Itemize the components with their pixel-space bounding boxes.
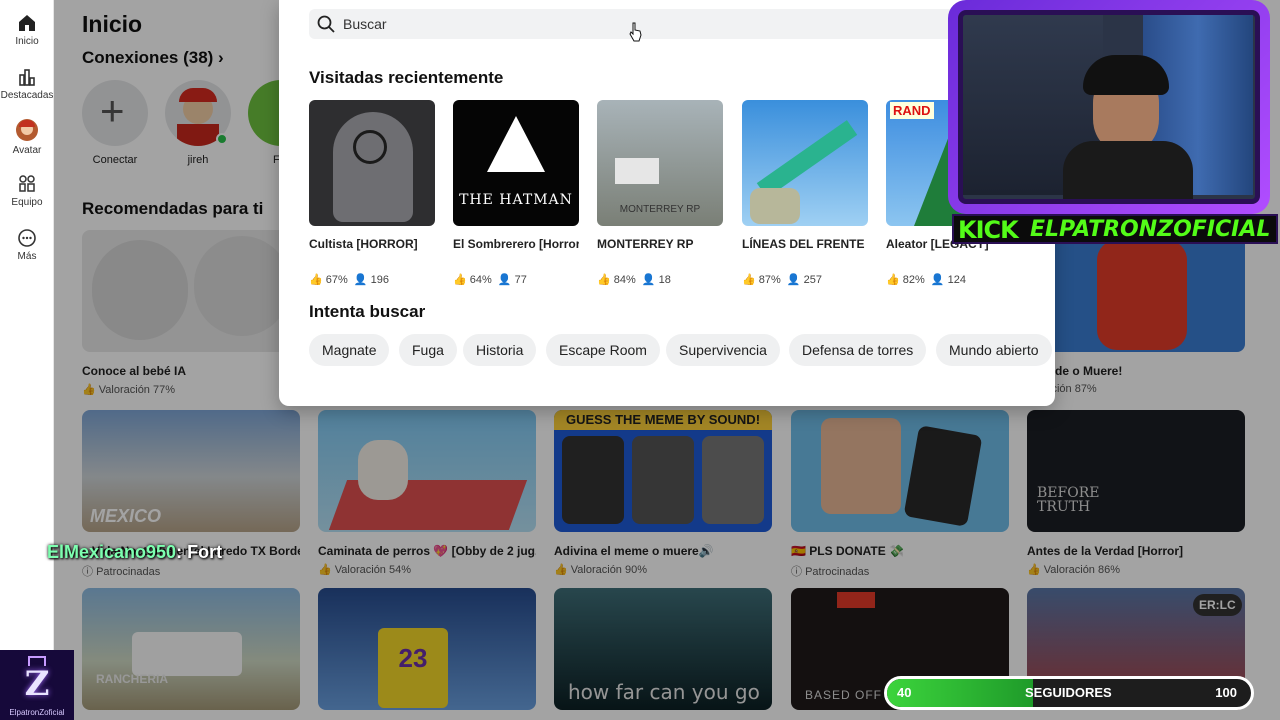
recent-game-lineas-del-frente[interactable]: LÍNEAS DEL FRENTE 👍 87% 👤 257 bbox=[742, 100, 868, 286]
game-thumbnail: MONTERREY RP bbox=[597, 100, 723, 226]
recent-game-cultista[interactable]: Cultista [HORROR] 👍 67% 👤 196 bbox=[309, 100, 435, 286]
game-title: MONTERREY RP bbox=[597, 237, 694, 251]
game-stats: 👍 67% 👤 196 bbox=[309, 274, 390, 286]
search-chip[interactable]: Escape Room bbox=[546, 334, 660, 366]
search-chip[interactable]: Supervivencia bbox=[666, 334, 780, 366]
search-chip[interactable]: Fuga bbox=[399, 334, 457, 366]
brand-letter: Z bbox=[24, 664, 50, 704]
chart-icon bbox=[19, 69, 35, 86]
chat-message: ElMexicano950: Fort bbox=[47, 542, 222, 563]
search-chip[interactable]: Historia bbox=[463, 334, 537, 366]
sidebar-item-inicio[interactable]: Inicio bbox=[0, 13, 54, 47]
chat-username: ElMexicano950 bbox=[47, 542, 177, 562]
sidebar-item-label: Inicio bbox=[15, 36, 39, 47]
follower-label: SEGUIDORES bbox=[1025, 685, 1112, 700]
game-thumbnail: THE HATMAN bbox=[453, 100, 579, 226]
game-stats: 👍 64% 👤 77 bbox=[453, 274, 527, 286]
game-title: El Sombrerero [Horror] bbox=[453, 237, 579, 251]
hand-cursor-icon bbox=[629, 22, 643, 47]
sidebar-item-avatar[interactable]: Avatar bbox=[0, 119, 54, 156]
game-thumbnail bbox=[309, 100, 435, 226]
brand-tag: ElpatronZoficial bbox=[9, 708, 65, 717]
game-title: LÍNEAS DEL FRENTE bbox=[742, 237, 865, 251]
follower-goal: 100 bbox=[1215, 685, 1237, 700]
follower-goal-bar: 40 SEGUIDORES 100 bbox=[884, 676, 1254, 710]
webcam-overlay bbox=[948, 0, 1270, 214]
search-icon bbox=[317, 15, 335, 33]
game-title: Cultista [HORROR] bbox=[309, 237, 418, 251]
search-bar[interactable] bbox=[309, 9, 1009, 39]
game-thumbnail bbox=[742, 100, 868, 226]
chat-text: : Fort bbox=[176, 542, 223, 562]
kick-logo: KICK bbox=[958, 216, 1019, 244]
follower-current: 40 bbox=[897, 685, 912, 700]
kick-banner: KICK ELPATRONZOFICIAL bbox=[952, 214, 1278, 244]
home-icon bbox=[19, 15, 35, 31]
sidebar-item-label: Equipo bbox=[11, 197, 43, 208]
search-chip[interactable]: Mundo abierto bbox=[936, 334, 1052, 366]
sidebar-item-label: Avatar bbox=[12, 145, 42, 156]
channel-name: ELPATRONZOFICIAL bbox=[1030, 217, 1271, 242]
sidebar-item-equipo[interactable]: Equipo bbox=[0, 174, 54, 208]
section-title-try-search: Intenta buscar bbox=[309, 302, 426, 321]
game-stats: 👍 84% 👤 18 bbox=[597, 274, 671, 286]
game-stats: 👍 82% 👤 124 bbox=[886, 274, 967, 286]
sidebar-item-destacadas[interactable]: Destacadas bbox=[0, 67, 54, 101]
game-stats: 👍 87% 👤 257 bbox=[742, 274, 823, 286]
search-chip[interactable]: Defensa de torres bbox=[789, 334, 927, 366]
streamer-logo: Z ElpatronZoficial bbox=[0, 650, 74, 720]
search-chip[interactable]: Magnate bbox=[309, 334, 390, 366]
recent-game-el-sombrerero[interactable]: THE HATMAN El Sombrerero [Horror] 👍 64% … bbox=[453, 100, 579, 286]
recent-game-monterrey-rp[interactable]: MONTERREY RP MONTERREY RP 👍 84% 👤 18 bbox=[597, 100, 723, 286]
webcam-feed bbox=[958, 10, 1260, 204]
search-input[interactable] bbox=[343, 9, 983, 39]
avatar-icon bbox=[16, 119, 38, 141]
section-title-recent: Visitadas recientemente bbox=[309, 68, 504, 87]
sidebar: Inicio Destacadas Avatar Equipo Más bbox=[0, 0, 54, 720]
team-icon bbox=[19, 175, 35, 192]
more-icon bbox=[18, 229, 36, 247]
crown-icon bbox=[28, 656, 46, 666]
sidebar-item-mas[interactable]: Más bbox=[0, 228, 54, 262]
sidebar-item-label: Más bbox=[17, 251, 37, 262]
search-panel: Visitadas recientemente Cultista [HORROR… bbox=[279, 0, 1055, 406]
sidebar-item-label: Destacadas bbox=[0, 90, 54, 101]
